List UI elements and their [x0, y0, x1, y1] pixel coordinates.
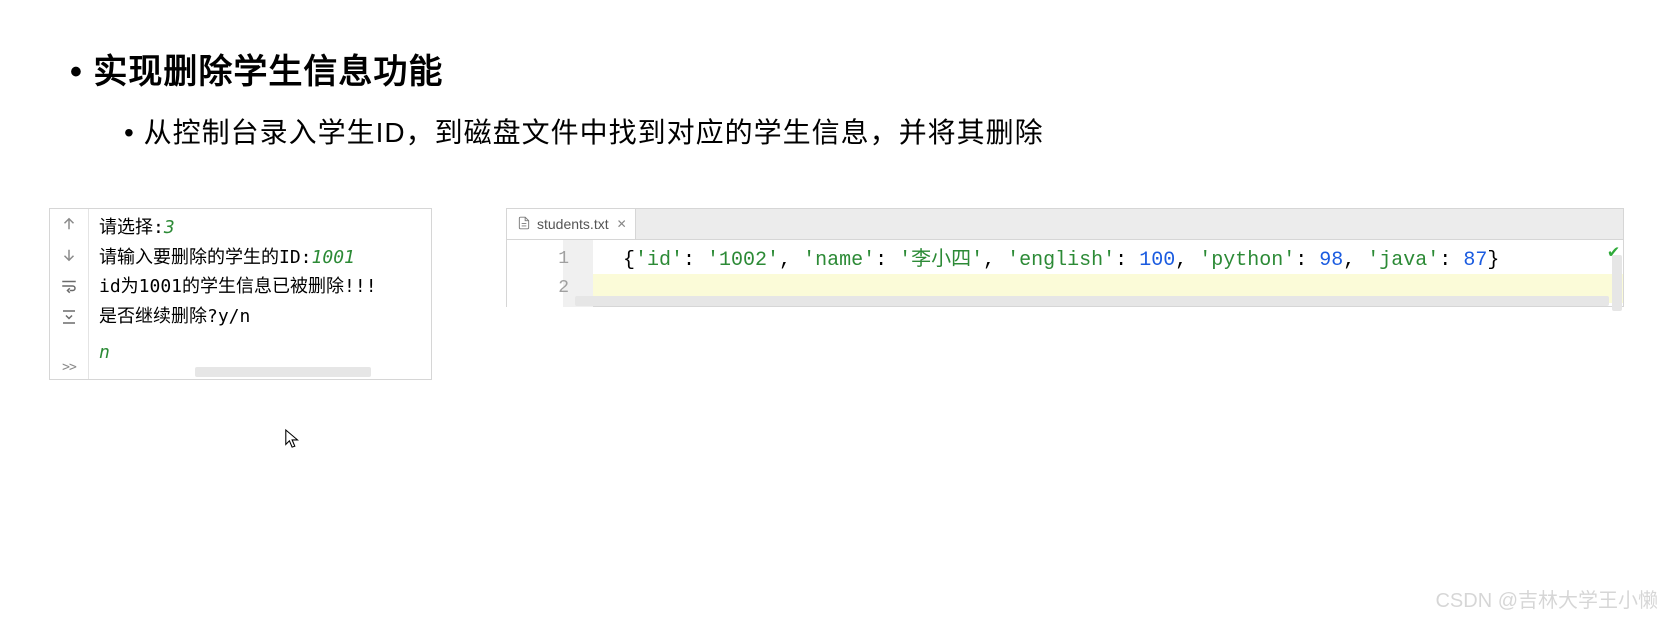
line-number: 1 [558, 245, 569, 274]
console-line4: 是否继续删除?y/n [99, 302, 423, 332]
heading-block: 实现删除学生信息功能 从控制台录入学生ID，到磁盘文件中找到对应的学生信息，并将… [70, 44, 1044, 151]
close-icon[interactable]: ✕ [617, 217, 627, 231]
console-line1-prefix: 请选择: [99, 217, 164, 238]
tab-label: students.txt [537, 216, 609, 232]
console-line2-input: 1001 [312, 247, 355, 268]
watermark: CSDN @吉林大学王小懒 [1435, 584, 1658, 613]
console-line2-prefix: 请输入要删除的学生的ID: [99, 247, 312, 268]
console-gutter: >> [50, 209, 89, 379]
line-number: 2 [558, 274, 569, 303]
cursor-icon [284, 428, 302, 455]
arrow-down-icon[interactable] [60, 246, 78, 269]
console-line5: n [99, 338, 423, 368]
editor-hscrollbar[interactable] [575, 296, 1609, 306]
console-panel: >> 请选择:3 请输入要删除的学生的ID:1001 id为1001的学生信息已… [49, 208, 432, 380]
console-line1-input: 3 [164, 217, 175, 238]
editor-tab-strip: students.txt ✕ [507, 209, 1623, 240]
console-line3: id为1001的学生信息已被删除!!! [99, 272, 423, 302]
editor-body[interactable]: 1 2 {'id': '1002', 'name': '李小四', 'engli… [507, 240, 1623, 307]
wrap-icon[interactable] [60, 277, 78, 300]
editor-vscrollbar[interactable] [1612, 255, 1622, 311]
console-output[interactable]: 请选择:3 请输入要删除的学生的ID:1001 id为1001的学生信息已被删除… [89, 209, 431, 379]
console-hscrollbar[interactable] [195, 367, 371, 377]
code-line-1: {'id': '1002', 'name': '李小四', 'english':… [623, 245, 1623, 277]
tab-students-txt[interactable]: students.txt ✕ [507, 209, 636, 239]
scroll-to-end-icon[interactable] [60, 308, 78, 331]
expand-icon[interactable]: >> [62, 360, 76, 375]
heading-main: 实现删除学生信息功能 [70, 44, 1044, 93]
file-icon [517, 216, 531, 233]
editor-panel: students.txt ✕ 1 2 {'id': '1002', 'name'… [506, 208, 1624, 307]
heading-sub: 从控制台录入学生ID，到磁盘文件中找到对应的学生信息，并将其删除 [124, 111, 1044, 151]
arrow-up-icon[interactable] [60, 215, 78, 238]
